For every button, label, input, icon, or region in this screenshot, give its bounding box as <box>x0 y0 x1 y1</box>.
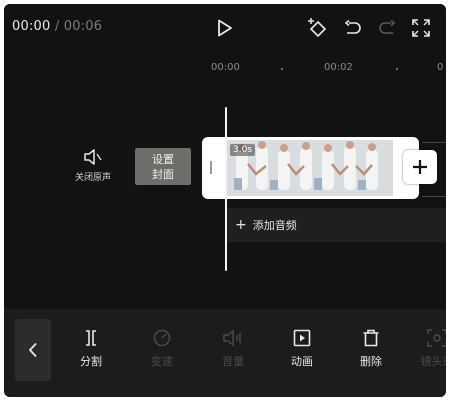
volume-button[interactable]: 音量 <box>208 329 258 369</box>
total-duration: 00:06 <box>63 19 103 34</box>
delete-label: 删除 <box>360 355 382 368</box>
current-time: 00:00 <box>12 19 51 34</box>
bottom-toolbar: 分割 变速 音量 动画 删除 镜头 <box>4 309 446 397</box>
undo-icon <box>344 20 361 34</box>
mute-original-button[interactable]: 关闭原声 <box>66 148 120 183</box>
volume-label: 音量 <box>222 355 244 368</box>
back-button[interactable] <box>15 319 51 381</box>
ruler-dot <box>281 68 283 70</box>
split-button[interactable]: 分割 <box>66 329 116 369</box>
speaker-icon <box>84 149 102 165</box>
delete-button[interactable]: 删除 <box>346 329 396 369</box>
camera-track-button[interactable]: 镜头追 <box>412 329 446 369</box>
redo-icon <box>379 20 396 34</box>
ruler-tick: 00:02 <box>324 62 353 73</box>
keyframe-button[interactable] <box>306 15 330 39</box>
add-clip-button[interactable] <box>403 150 437 184</box>
plus-icon <box>413 160 427 174</box>
editor-window: 00:00 / 00:06 00:00 00:02 0 关闭原声 设置 封面 3… <box>4 4 446 397</box>
fullscreen-button[interactable] <box>410 17 432 39</box>
animation-label: 动画 <box>291 355 313 368</box>
speed-button[interactable]: 变速 <box>137 329 187 369</box>
chevron-left-icon <box>28 342 37 358</box>
speed-icon <box>153 329 171 347</box>
redo-button[interactable] <box>376 17 398 39</box>
add-audio-button[interactable]: + 添加音频 <box>227 208 446 242</box>
camera-track-icon <box>427 329 446 347</box>
delete-icon <box>363 329 379 347</box>
split-label: 分割 <box>80 355 102 368</box>
top-bar: 00:00 / 00:06 <box>4 4 446 52</box>
clip-left-handle[interactable] <box>210 161 212 174</box>
video-clip[interactable]: 3.0s <box>202 137 419 199</box>
add-audio-plus-icon: + <box>235 217 247 233</box>
animation-button[interactable]: 动画 <box>277 329 327 369</box>
speed-label: 变速 <box>151 355 173 368</box>
animation-icon <box>293 329 311 347</box>
play-button[interactable] <box>214 17 236 39</box>
undo-button[interactable] <box>342 17 364 39</box>
playhead[interactable] <box>225 107 227 271</box>
set-cover-button[interactable]: 设置 封面 <box>135 148 191 185</box>
time-separator: / <box>54 19 60 34</box>
clip-duration-badge: 3.0s <box>230 144 256 156</box>
ruler-tick: 00:00 <box>211 62 240 73</box>
keyframe-add-icon <box>308 18 327 38</box>
volume-icon <box>223 329 241 347</box>
cover-label-line1: 设置 <box>152 152 174 166</box>
camera-track-label: 镜头追 <box>420 355 447 368</box>
clip-thumbnails: 3.0s <box>226 140 393 196</box>
split-icon <box>86 330 96 346</box>
mute-label: 关闭原声 <box>74 173 111 183</box>
fullscreen-icon <box>412 19 430 37</box>
add-audio-label: 添加音频 <box>252 219 297 232</box>
time-readout: 00:00 / 00:06 <box>12 19 102 34</box>
time-ruler[interactable]: 00:00 00:02 0 <box>4 52 446 82</box>
ruler-tick: 0 <box>437 62 444 73</box>
play-icon <box>218 19 232 37</box>
cover-label-line2: 封面 <box>152 167 174 181</box>
ruler-dot <box>396 68 398 70</box>
